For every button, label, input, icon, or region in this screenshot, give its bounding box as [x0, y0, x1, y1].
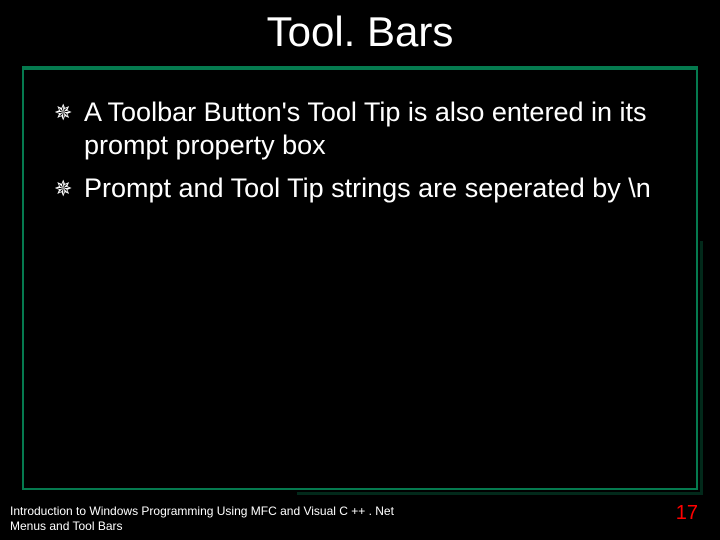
page-number: 17	[676, 502, 698, 525]
footer: Introduction to Windows Programming Usin…	[10, 504, 394, 534]
bullet-marker-icon: ✵	[54, 100, 72, 127]
bullet-text: A Toolbar Button's Tool Tip is also ente…	[84, 97, 647, 160]
bullet-list: ✵ A Toolbar Button's Tool Tip is also en…	[54, 96, 674, 205]
content-frame: ✵ A Toolbar Button's Tool Tip is also en…	[22, 68, 698, 490]
bullet-marker-icon: ✵	[54, 176, 72, 203]
slide-title: Tool. Bars	[0, 8, 720, 56]
footer-line-1: Introduction to Windows Programming Usin…	[10, 504, 394, 519]
footer-line-2: Menus and Tool Bars	[10, 519, 394, 534]
bullet-text: Prompt and Tool Tip strings are seperate…	[84, 173, 651, 203]
bullet-item: ✵ A Toolbar Button's Tool Tip is also en…	[54, 96, 674, 162]
bullet-item: ✵ Prompt and Tool Tip strings are sepera…	[54, 172, 674, 205]
slide: Tool. Bars ✵ A Toolbar Button's Tool Tip…	[0, 0, 720, 540]
